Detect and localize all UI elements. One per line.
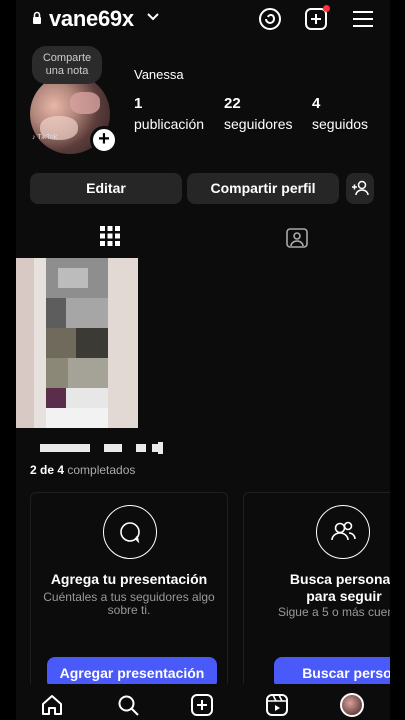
tiktok-watermark: ♪ TikTok xyxy=(32,134,58,141)
stat-followers[interactable]: 22 seguidores xyxy=(224,95,293,132)
home-icon[interactable] xyxy=(40,693,64,717)
post-thumbnail[interactable] xyxy=(16,258,138,428)
reels-icon[interactable] xyxy=(265,693,289,717)
username[interactable]: vane69x xyxy=(49,6,134,32)
tagged-icon[interactable] xyxy=(286,226,308,248)
add-story-button[interactable]: + xyxy=(90,126,118,154)
note-bubble[interactable]: Comparte una nota xyxy=(32,46,102,84)
onboarding-progress: 2 de 4 completados xyxy=(30,463,136,477)
people-icon xyxy=(316,505,370,559)
card-add-bio: Agrega tu presentación Cuéntales a tus s… xyxy=(30,492,228,694)
card-title: Busca personas para seguir xyxy=(289,571,390,604)
threads-icon[interactable] xyxy=(257,6,283,32)
display-name: Vanessa xyxy=(134,67,184,82)
search-icon[interactable] xyxy=(116,693,140,717)
speech-bubble-icon xyxy=(103,505,157,559)
card-find-people: Busca personas para seguir Sigue a 5 o m… xyxy=(243,492,390,694)
top-bar: vane69x xyxy=(16,0,390,38)
profile-avatar[interactable] xyxy=(340,693,364,717)
stat-posts[interactable]: 1 publicación xyxy=(134,95,204,132)
card-title: Agrega tu presentación xyxy=(50,571,208,587)
notification-dot xyxy=(323,5,330,12)
grid-icon[interactable] xyxy=(100,226,120,246)
card-description: Sigue a 5 o más cuentas xyxy=(277,605,390,619)
discover-people-button[interactable] xyxy=(346,173,374,204)
edit-profile-button[interactable]: Editar xyxy=(30,173,182,204)
bottom-nav xyxy=(16,684,390,720)
share-profile-button[interactable]: Compartir perfil xyxy=(187,173,339,204)
chevron-down-icon[interactable] xyxy=(147,12,159,22)
add-person-icon xyxy=(352,180,369,196)
card-description: Cuéntales a tus seguidores algo sobre ti… xyxy=(43,590,215,617)
redacted-text xyxy=(40,444,90,452)
add-icon[interactable] xyxy=(190,693,214,717)
menu-icon[interactable] xyxy=(350,6,376,32)
lock-icon xyxy=(33,11,41,24)
stat-following[interactable]: 4 seguidos xyxy=(312,95,368,132)
profile-screen: vane69x ♪ TikTok Comparte una nota + Van… xyxy=(16,0,390,720)
